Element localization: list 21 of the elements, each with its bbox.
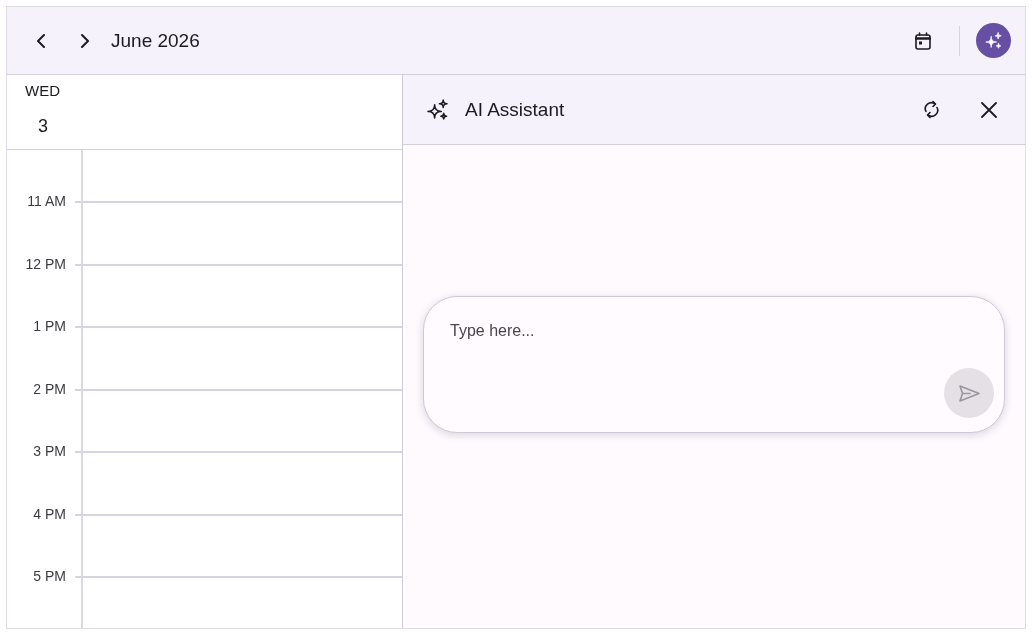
time-label: 1 PM	[33, 317, 66, 335]
refresh-icon	[922, 100, 940, 119]
time-label: 3 PM	[33, 442, 66, 460]
time-label: 5 PM	[33, 567, 66, 585]
chevron-right-icon	[81, 33, 89, 48]
send-icon	[958, 384, 980, 402]
month-title: June 2026	[111, 29, 200, 52]
message-input-field[interactable]: Type here...	[450, 319, 994, 343]
date-number[interactable]: 3	[38, 115, 48, 137]
panel-title: AI Assistant	[465, 98, 565, 121]
time-label: 2 PM	[33, 379, 66, 398]
time-label: 11 AM	[27, 192, 66, 210]
sparkles-icon	[985, 32, 1002, 49]
chevron-left-icon	[37, 33, 45, 48]
time-label: 4 PM	[33, 504, 66, 523]
weekday-label: WED	[25, 82, 60, 100]
sparkles-icon	[427, 99, 448, 120]
time-label: 12 PM	[25, 254, 66, 273]
close-icon	[981, 101, 997, 118]
calendar-icon	[915, 31, 931, 50]
ai-assistant-button[interactable]	[976, 23, 1011, 58]
